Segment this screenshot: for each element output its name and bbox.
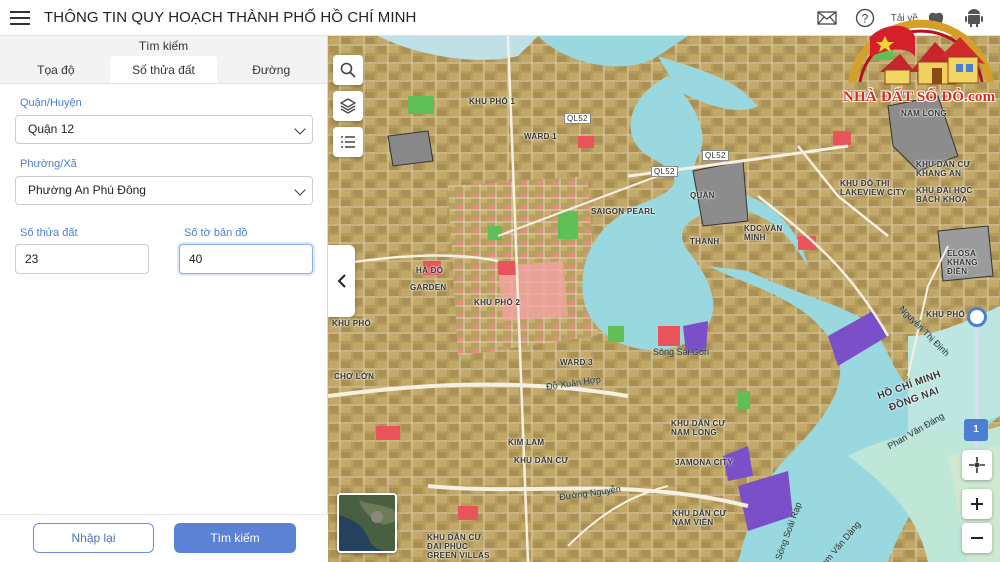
search-panel: Tìm kiếm Tọa độ Số thửa đất Đường Quận/H… (0, 36, 328, 562)
map-label: QUẬN (690, 191, 715, 200)
tab-coordinates[interactable]: Tọa độ (2, 56, 110, 83)
map-label: KHU DÂN CƯ ĐẠI PHÚC GREEN VILLAS (427, 533, 490, 560)
road-shield: QL52 (702, 150, 729, 161)
ward-label: Phường/Xã (20, 158, 77, 170)
zoom-in-button[interactable] (962, 489, 992, 519)
menu-icon[interactable] (10, 10, 32, 26)
ward-value: Phường An Phú Đông (28, 183, 146, 197)
river-label: Sông Sài Gòn (653, 347, 710, 357)
tab-street[interactable]: Đường (217, 56, 325, 83)
locate-button[interactable] (962, 450, 992, 480)
ward-select[interactable]: Phường An Phú Đông (15, 176, 313, 205)
satellite-thumbnail (339, 495, 395, 551)
map-label: WARD 3 (560, 358, 593, 367)
search-button[interactable]: Tìm kiếm (174, 523, 296, 553)
search-icon (340, 62, 356, 78)
district-select[interactable]: Quận 12 (15, 115, 313, 144)
layers-icon (340, 98, 356, 114)
map-label: KHU DÂN CƯ NAM LONG (671, 419, 726, 437)
map-label: GARDEN (410, 283, 447, 292)
layers-button[interactable] (333, 91, 363, 121)
chevron-down-icon (294, 184, 306, 196)
mail-icon[interactable] (815, 6, 839, 30)
map-label: KHU DÂN CƯ NAM VIỄN (672, 509, 727, 527)
map-label: KHU DÂN CƯ (514, 456, 569, 465)
map-label: KHU ĐÔ THỊ LAKEVIEW CITY (840, 179, 907, 197)
reset-button[interactable]: Nhập lại (33, 523, 154, 553)
zoom-level-badge: 1 (964, 419, 988, 441)
minus-icon (971, 537, 983, 539)
map-label: KHU PHỐ (926, 310, 965, 319)
chevron-down-icon (294, 123, 306, 135)
map-label: KDC VĂN MINH (744, 224, 783, 242)
app-title: THÔNG TIN QUY HOẠCH THÀNH PHỐ HỒ CHÍ MIN… (44, 9, 417, 26)
planning-map[interactable]: KHU PHỐ 1 KHU PHỐ 2 KHU PHỐ KHU PHỐ CHỢ … (328, 36, 1000, 562)
map-label: KHU PHỐ (332, 319, 371, 328)
map-sheet-input[interactable]: 40 (179, 244, 313, 274)
logo-text: NHÀ ĐẤT SỔ ĐỎ.com (843, 89, 996, 105)
map-label: KHU ĐẠI HỌC BÁCH KHOA (916, 186, 973, 204)
collapse-panel-button[interactable] (328, 245, 355, 317)
map-label: THẠNH (690, 237, 720, 246)
map-label: HÀ ĐÔ (416, 266, 444, 275)
zoom-slider-handle[interactable] (967, 307, 987, 327)
road-shield: QL52 (564, 113, 591, 124)
legend-button[interactable] (333, 127, 363, 157)
list-icon (341, 136, 355, 148)
search-tabs: Tọa độ Số thửa đất Đường (0, 56, 327, 84)
plus-icon (971, 498, 983, 510)
map-label: WARD 1 (524, 132, 557, 141)
map-label: KIM LAM (508, 438, 545, 447)
map-label: CHỢ LỚN (334, 372, 375, 381)
parcel-label: Số thửa đất (20, 227, 78, 239)
zoom-out-button[interactable] (962, 523, 992, 553)
map-label: ELOSA KHANG ĐIỀN (947, 249, 978, 276)
map-search-button[interactable] (333, 55, 363, 85)
chevron-left-icon (337, 274, 346, 288)
map-label: JAMONA CITY (675, 458, 734, 467)
map-label: KHU PHỐ 2 (474, 298, 521, 307)
tab-parcel-number[interactable]: Số thửa đất (109, 56, 218, 83)
panel-title: Tìm kiếm (0, 36, 327, 56)
sheet-label: Số tờ bản đồ (184, 227, 248, 239)
map-label: SAIGON PEARL (591, 207, 656, 216)
crosshair-icon (969, 457, 985, 473)
map-label: KHU DÂN CƯ KHANG AN (916, 160, 971, 178)
satellite-minimap[interactable] (337, 493, 397, 553)
panel-footer: Nhập lại Tìm kiếm (0, 514, 328, 562)
district-label: Quận/Huyện (20, 97, 82, 109)
map-canvas[interactable] (328, 36, 1000, 562)
parcel-number-input[interactable]: 23 (15, 244, 149, 274)
road-shield: QL52 (651, 166, 678, 177)
map-label: KHU PHỐ 1 (469, 97, 516, 106)
district-value: Quận 12 (28, 122, 75, 136)
